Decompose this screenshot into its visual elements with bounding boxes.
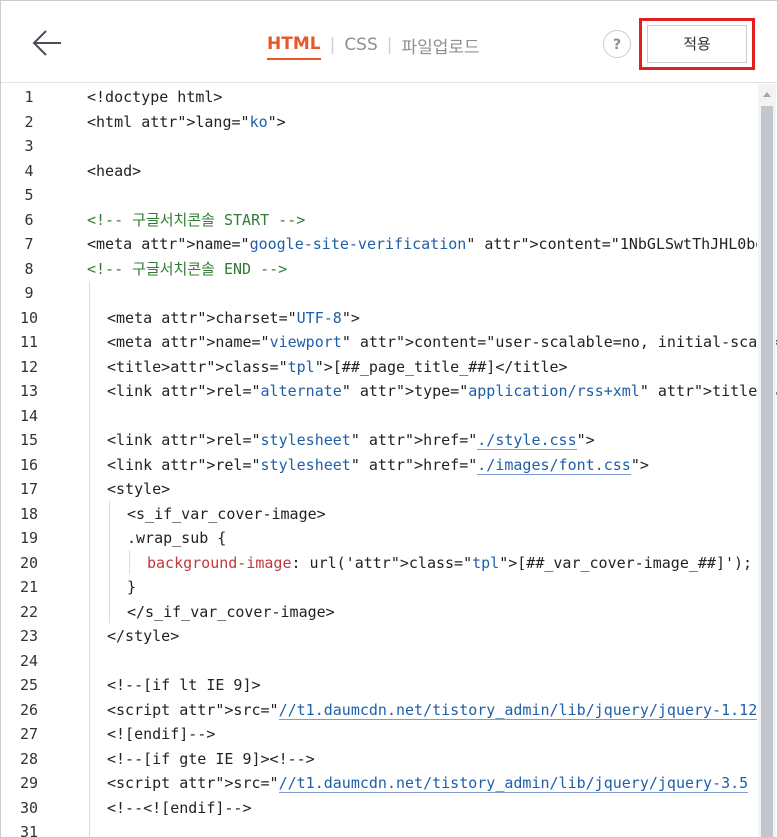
- code-line: <html attr">lang="ko">: [87, 112, 286, 131]
- line-number: 2: [24, 112, 34, 131]
- line-number: 19: [19, 529, 39, 547]
- code-line: </style>: [107, 627, 180, 645]
- code-line: <![endif]-->: [107, 725, 216, 743]
- code-line: <s_if_var_cover-image>: [127, 504, 326, 523]
- line-number: 28: [19, 749, 39, 768]
- code-line: <!-- 구글서치콘솔 END -->: [87, 259, 288, 278]
- line-number: 29: [19, 774, 39, 792]
- arrow-left-icon: [32, 30, 61, 56]
- code-line: </s_if_var_cover-image>: [127, 602, 335, 621]
- code-line: <!doctype html>: [87, 88, 223, 106]
- help-button[interactable]: ?: [603, 30, 631, 58]
- line-number: 17: [19, 480, 39, 498]
- line-number: 4: [24, 161, 34, 180]
- code-line: <meta attr">charset="UTF-8">: [107, 308, 360, 327]
- code-line: <script attr">src="//t1.daumcdn.net/tist…: [107, 700, 758, 720]
- code-line: <!--<![endif]-->: [107, 798, 252, 817]
- code-line: <link attr">rel="alternate" attr">type="…: [107, 382, 777, 400]
- line-number: 21: [19, 578, 39, 596]
- line-number: 26: [19, 700, 39, 719]
- line-number: 13: [19, 382, 39, 400]
- line-number: 30: [19, 798, 39, 817]
- code-line: background-image: url('attr">class="tpl"…: [147, 553, 753, 572]
- line-number: 9: [24, 284, 34, 302]
- line-number: 12: [19, 357, 39, 376]
- code-editor-window: HTML | CSS | 파일업로드 ? 적용 1 <!doctype html>…: [0, 0, 778, 838]
- apply-button[interactable]: 적용: [647, 25, 747, 63]
- scroll-up-arrow-icon[interactable]: [758, 86, 776, 104]
- back-button[interactable]: [31, 29, 63, 57]
- tab-css[interactable]: CSS: [344, 35, 377, 59]
- scrollbar-thumb[interactable]: [761, 106, 773, 837]
- code-line: <link attr">rel="stylesheet" attr">href=…: [107, 431, 595, 450]
- code-line: <meta attr">name="google-site-verificati…: [87, 235, 757, 253]
- line-number: 3: [24, 137, 34, 155]
- line-number: 6: [24, 210, 34, 229]
- indent-guide: [109, 501, 110, 623]
- line-number: 16: [19, 455, 39, 474]
- code-line: <link attr">rel="stylesheet" attr">href=…: [107, 455, 649, 475]
- code-line: .wrap_sub {: [127, 529, 227, 547]
- line-number: 20: [19, 553, 39, 572]
- line-number: 1: [24, 88, 34, 106]
- code-line: <!--[if lt IE 9]>: [107, 676, 261, 694]
- tab-file-upload[interactable]: 파일업로드: [402, 33, 480, 62]
- vertical-scrollbar[interactable]: [758, 84, 776, 837]
- triangle-up-icon: [763, 92, 771, 97]
- code-line: <meta attr">name="viewport" attr">conten…: [107, 333, 777, 351]
- line-number: 31: [19, 823, 39, 838]
- line-number: 24: [19, 651, 39, 670]
- line-number: 8: [24, 259, 34, 278]
- line-number: 15: [19, 431, 39, 449]
- line-number: 22: [19, 602, 39, 621]
- code-line: <head>: [87, 161, 142, 180]
- tab-html[interactable]: HTML: [267, 34, 321, 60]
- line-number: 25: [19, 676, 39, 694]
- tab-divider: |: [329, 35, 336, 55]
- line-number: 7: [24, 235, 34, 253]
- editor-header: HTML | CSS | 파일업로드 ? 적용: [1, 1, 777, 83]
- code-line: }: [127, 578, 137, 596]
- line-number: 23: [19, 627, 39, 645]
- line-number: 27: [19, 725, 39, 743]
- code-line: <style>: [107, 480, 171, 498]
- line-number: 11: [19, 333, 39, 351]
- editor-tabs: HTML | CSS | 파일업로드: [267, 34, 480, 60]
- code-line: <title>attr">class="tpl">[##_page_title_…: [107, 357, 568, 376]
- code-line: <!-- 구글서치콘솔 START -->: [87, 210, 306, 229]
- code-line: <script attr">src="//t1.daumcdn.net/tist…: [107, 774, 749, 793]
- line-number: 5: [24, 186, 34, 204]
- line-number: 14: [19, 406, 39, 425]
- tab-divider: |: [386, 35, 393, 55]
- code-area[interactable]: 1 <!doctype html> 2 <html attr">lang="ko"> 3…: [1, 83, 777, 837]
- line-number: 10: [19, 308, 39, 327]
- code-line: <!--[if gte IE 9]><!-->: [107, 749, 315, 768]
- indent-guide: [129, 550, 130, 574]
- line-number: 18: [19, 504, 39, 523]
- indent-guide: [89, 281, 90, 837]
